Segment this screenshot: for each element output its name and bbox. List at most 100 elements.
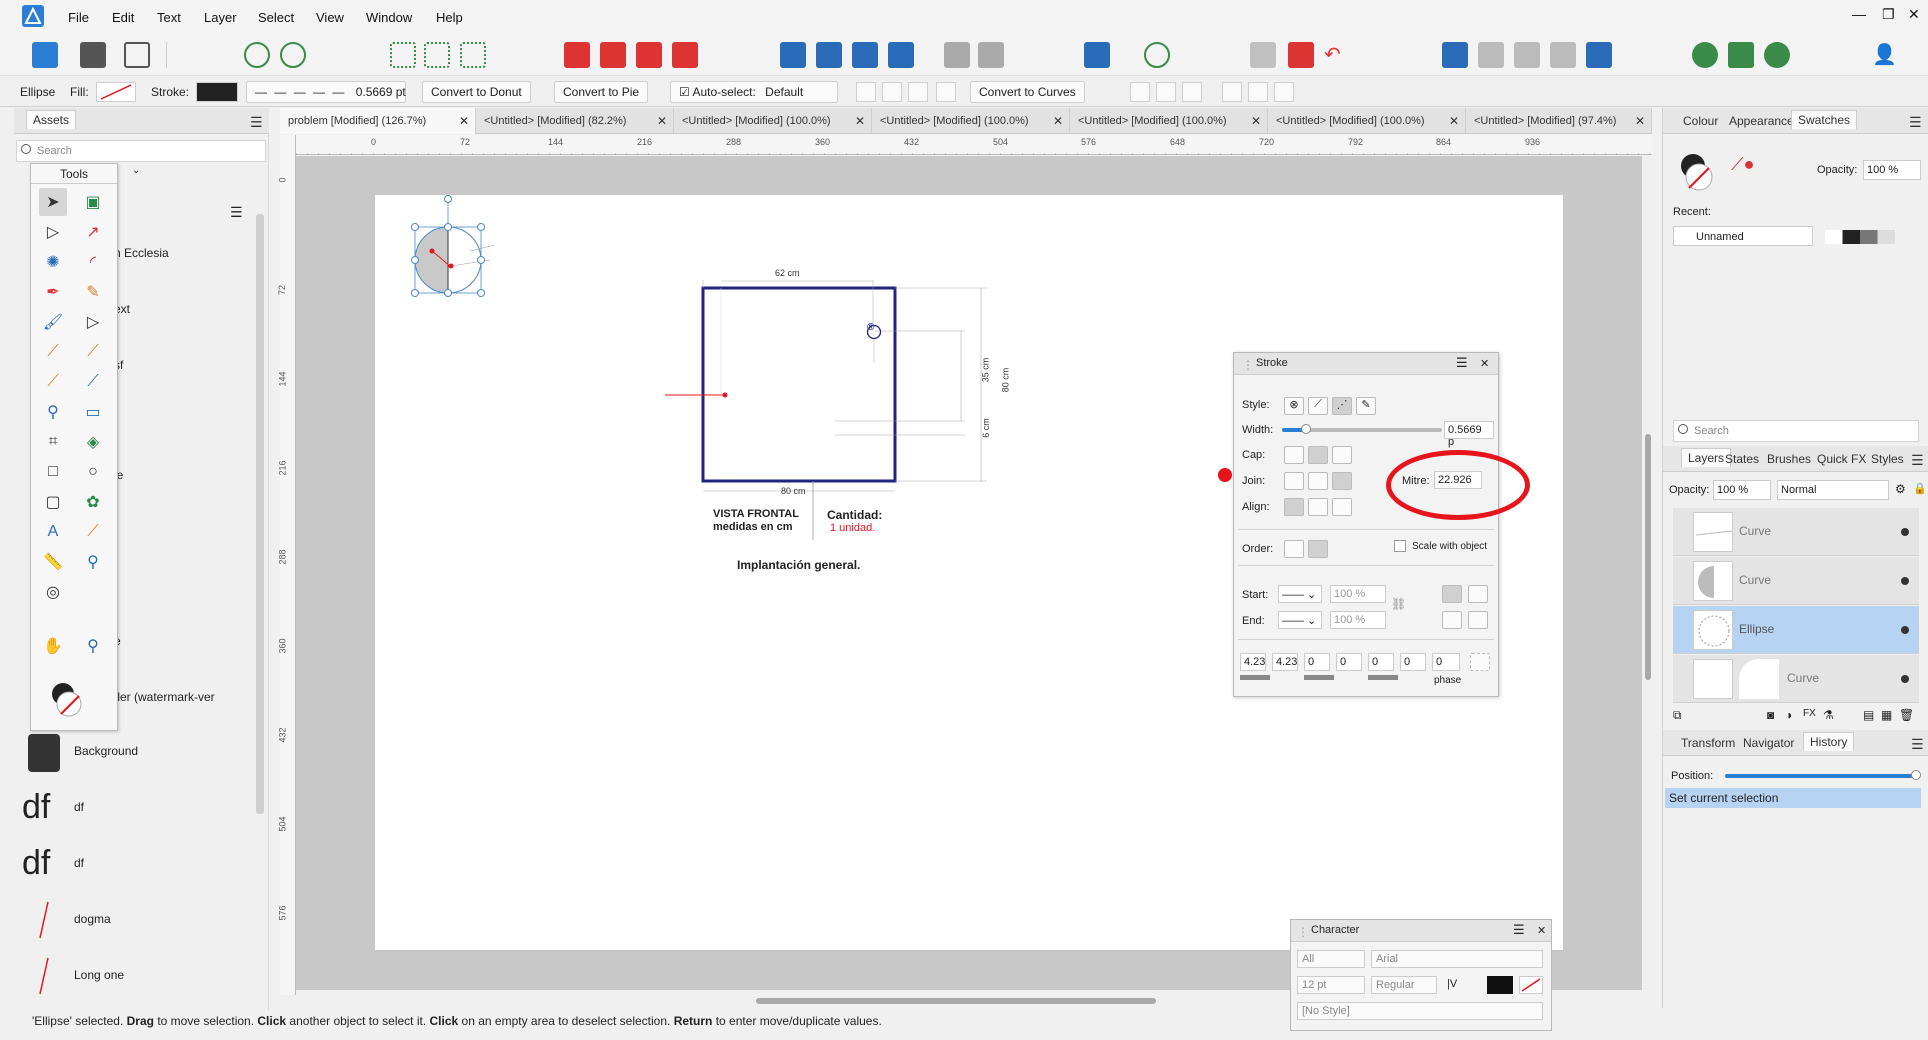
- dash-input[interactable]: 4.23: [1240, 653, 1266, 671]
- font-size-input[interactable]: 12 pt: [1297, 976, 1365, 994]
- boolean-divide-icon[interactable]: [1586, 42, 1612, 68]
- align-left-ctx-icon[interactable]: [1130, 82, 1150, 102]
- category-menu-icon[interactable]: ☰: [230, 204, 243, 221]
- close-icon[interactable]: ✕: [855, 114, 865, 128]
- start-arrow-dropdown[interactable]: —— ⌄: [1278, 585, 1322, 603]
- autoselect-dropdown[interactable]: Default: [765, 85, 803, 99]
- close-icon[interactable]: ✕: [1449, 114, 1459, 128]
- width-slider-handle[interactable]: [1301, 424, 1311, 434]
- flip-horizontal-icon[interactable]: [780, 42, 806, 68]
- tab-swatches[interactable]: Swatches: [1791, 110, 1858, 129]
- asset-item[interactable]: Background: [14, 728, 254, 774]
- pen-tool-icon[interactable]: ✒: [39, 278, 67, 306]
- stroke-swatch[interactable]: [196, 82, 238, 102]
- butt-cap-icon[interactable]: [1284, 446, 1304, 464]
- align-middle-ctx-icon[interactable]: [1248, 82, 1268, 102]
- stroke-behind-icon[interactable]: [1308, 540, 1328, 558]
- font-weight-dropdown[interactable]: Regular: [1371, 976, 1437, 994]
- close-icon[interactable]: ✕: [1251, 114, 1261, 128]
- boolean-xor-icon[interactable]: [1550, 42, 1576, 68]
- close-window-icon[interactable]: ✕: [1908, 6, 1920, 23]
- vertical-ruler[interactable]: 0 72 144 216 288 360 432 504 576: [277, 135, 296, 995]
- assistant-icon[interactable]: [1144, 42, 1170, 68]
- close-icon[interactable]: ✕: [1635, 114, 1645, 128]
- close-icon[interactable]: ✕: [459, 114, 469, 128]
- layers-search-input[interactable]: Search: [1673, 420, 1919, 442]
- tab-styles[interactable]: Styles: [1871, 452, 1904, 466]
- dash-input[interactable]: 0: [1304, 653, 1330, 671]
- menu-help[interactable]: Help: [436, 10, 463, 25]
- doc-tab[interactable]: <Untitled> [Modified] (100.0%) ✕: [1268, 108, 1466, 134]
- visibility-icon[interactable]: [1901, 675, 1909, 683]
- canvas-v-scrollbar[interactable]: [1645, 434, 1651, 680]
- text-stroke-swatch[interactable]: [1519, 976, 1543, 994]
- convert-to-donut-button[interactable]: Convert to Donut: [422, 81, 531, 103]
- export-persona-icon[interactable]: [124, 42, 150, 68]
- snapping-options-icon[interactable]: [280, 42, 306, 68]
- menu-layer[interactable]: Layer: [204, 10, 237, 25]
- history-item[interactable]: Set current selection: [1665, 788, 1921, 808]
- align-center-ctx-icon[interactable]: [1156, 82, 1176, 102]
- fx-icon[interactable]: FX: [1803, 708, 1816, 719]
- slice-tool-icon[interactable]: ◈: [79, 428, 107, 456]
- visibility-icon[interactable]: [1901, 528, 1909, 536]
- menu-edit[interactable]: Edit: [112, 10, 134, 25]
- paint-brush-tool-icon[interactable]: ⟋: [39, 368, 67, 396]
- delete-layer-icon[interactable]: 🗑: [1899, 708, 1914, 722]
- move-tool-icon[interactable]: ➤: [39, 188, 67, 216]
- arrange-front-icon[interactable]: [672, 42, 698, 68]
- pixel-persona-icon[interactable]: [80, 42, 106, 68]
- align-outside-icon[interactable]: [1332, 498, 1352, 516]
- transform-mode-icon[interactable]: [908, 82, 928, 102]
- fill-swatch[interactable]: [96, 82, 136, 102]
- panel-menu-icon[interactable]: ☰: [1911, 452, 1924, 469]
- layer-row[interactable]: Curve: [1673, 508, 1919, 556]
- flip-vertical-icon[interactable]: [816, 42, 842, 68]
- visibility-icon[interactable]: [1901, 626, 1909, 634]
- assets-search-input[interactable]: Search: [16, 140, 266, 162]
- texture-line-icon[interactable]: ✎: [1356, 397, 1376, 415]
- transparency-tool-icon[interactable]: ⟋: [79, 338, 107, 366]
- pixel-tool-icon[interactable]: ⟋: [79, 368, 107, 396]
- round-cap-icon[interactable]: [1308, 446, 1328, 464]
- panel-menu-icon[interactable]: ☰: [250, 114, 263, 131]
- rounded-rect-tool-icon[interactable]: ▢: [39, 488, 67, 516]
- tab-assets[interactable]: Assets: [26, 110, 77, 129]
- user-account-icon[interactable]: 👤: [1872, 42, 1898, 68]
- history-slider[interactable]: [1725, 770, 1921, 780]
- select-all-icon[interactable]: [390, 42, 416, 68]
- grid-icon[interactable]: [936, 82, 956, 102]
- dash-input[interactable]: 0: [1368, 653, 1394, 671]
- menu-select[interactable]: Select: [258, 10, 294, 25]
- panel-menu-icon[interactable]: ☰: [1911, 736, 1924, 753]
- arrange-back-icon[interactable]: [564, 42, 590, 68]
- ellipse-tool-icon[interactable]: ○: [79, 458, 107, 486]
- mask-icon[interactable]: ◙: [1767, 708, 1774, 722]
- rotate-left-icon[interactable]: [852, 42, 878, 68]
- arrow-position-icon[interactable]: [1442, 585, 1462, 603]
- corner-tool-icon[interactable]: ◜: [79, 248, 107, 276]
- transform-origin-icon[interactable]: [1288, 42, 1314, 68]
- tab-brushes[interactable]: Brushes: [1767, 452, 1811, 466]
- measure-tool-icon[interactable]: 📏: [39, 548, 67, 576]
- panel-menu-icon[interactable]: ☰: [1456, 355, 1468, 371]
- end-scale-input[interactable]: 100 %: [1330, 611, 1386, 629]
- shapes-tool-icon[interactable]: ✿: [79, 488, 107, 516]
- blend-mode-dropdown[interactable]: Normal: [1777, 480, 1889, 500]
- doc-tab[interactable]: <Untitled> [Modified] (100.0%) ✕: [872, 108, 1070, 134]
- panel-menu-icon[interactable]: ☰: [1513, 922, 1525, 938]
- fill-stroke-swatch-icon[interactable]: [1675, 150, 1719, 194]
- minimize-icon[interactable]: —: [1852, 6, 1866, 22]
- gap-input[interactable]: 0: [1336, 653, 1362, 671]
- convert-to-pie-button[interactable]: Convert to Pie: [554, 81, 649, 103]
- gear-icon[interactable]: ⚙: [1895, 482, 1906, 496]
- reset-arrows-icon[interactable]: [1468, 611, 1488, 629]
- phase-input[interactable]: 0: [1432, 653, 1460, 671]
- rectangle-tool-icon[interactable]: □: [39, 458, 67, 486]
- zoom-view-tool-icon[interactable]: ⚲: [79, 548, 107, 576]
- layer-options-icon[interactable]: ⧉: [1673, 708, 1682, 723]
- artboard-tool-icon[interactable]: ▣: [79, 188, 107, 216]
- tab-navigator[interactable]: Navigator: [1743, 736, 1794, 750]
- layer-opacity-input[interactable]: 100 %: [1713, 480, 1771, 500]
- tab-states[interactable]: States: [1725, 452, 1759, 466]
